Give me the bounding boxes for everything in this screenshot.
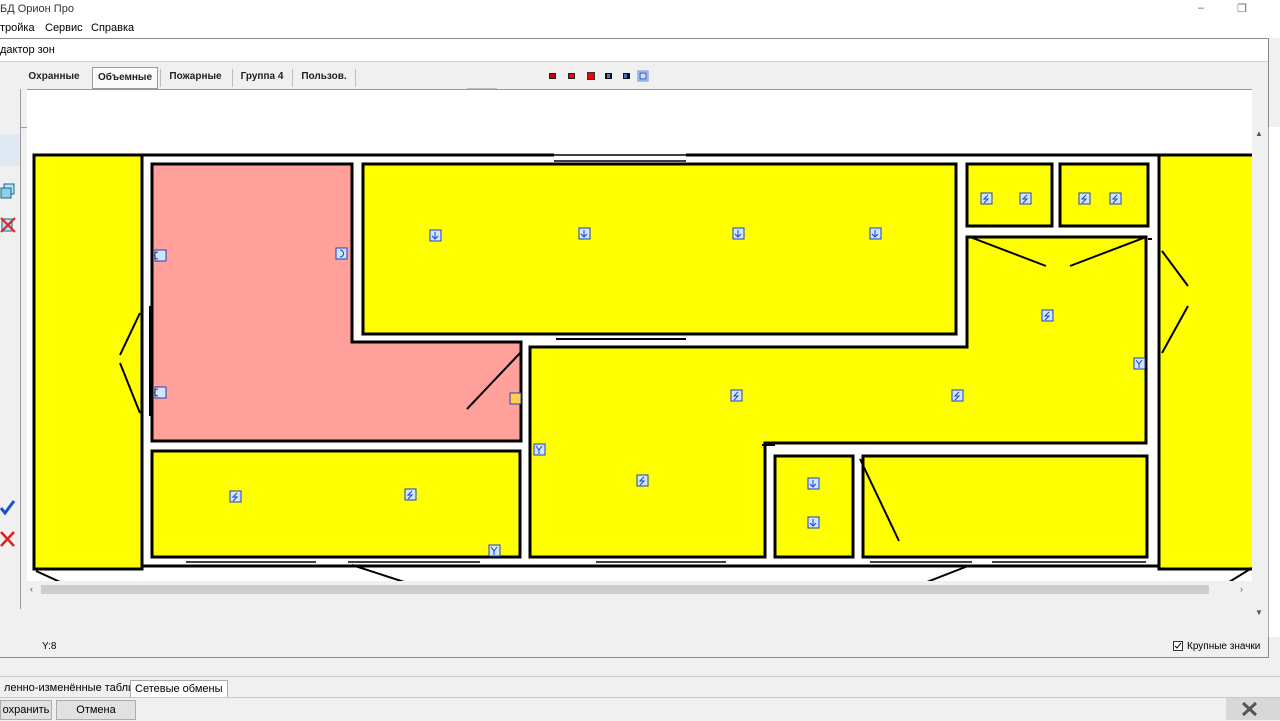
exit-button[interactable] xyxy=(1226,698,1280,720)
zone-small-room-1 xyxy=(965,162,1054,228)
sensor-icon xyxy=(509,392,522,405)
zone-selected-room-lower xyxy=(152,342,521,441)
zone-top-room xyxy=(361,162,958,336)
cancel-cross-icon[interactable] xyxy=(0,530,16,551)
app-titlebar: БД Орион Про – ❐ xyxy=(0,0,1280,20)
zone-left-corridor xyxy=(32,153,144,571)
sensor-y-icon xyxy=(533,443,546,456)
bottom-bar: охранить Отмена xyxy=(0,697,1280,721)
tab-separator xyxy=(232,69,233,87)
bottom-tabs: ленно-изменённые таблицы Сетевые обмены xyxy=(0,676,1280,697)
sensor-zigzag-icon xyxy=(1078,192,1091,205)
app-title: БД Орион Про xyxy=(0,3,74,15)
tab-fire[interactable]: Пожарные xyxy=(163,67,228,87)
sensor-zigzag-icon xyxy=(404,488,417,501)
sensor-zigzag-icon xyxy=(730,389,743,402)
horizontal-scrollbar[interactable]: ‹ › xyxy=(27,581,1252,598)
apply-check-icon[interactable] xyxy=(0,499,16,520)
zone-bottom-left-room xyxy=(150,449,522,559)
color-toolbar xyxy=(548,70,650,85)
fill-selected-icon xyxy=(637,70,649,82)
tab-volumetric[interactable]: Объемные xyxy=(92,67,158,89)
fill-red-icon xyxy=(568,73,575,79)
floor-plan xyxy=(32,153,1252,582)
menu-bar: тройка Сервис Справка xyxy=(0,20,1280,38)
fill-black-icon xyxy=(605,73,612,79)
zone-bottom-right-room xyxy=(861,454,1149,559)
sensor-zigzag-icon xyxy=(636,474,649,487)
floor-plan-canvas[interactable] xyxy=(27,89,1252,582)
tab-separator xyxy=(355,69,356,87)
delete-zone-icon[interactable] xyxy=(0,216,18,237)
sensor-zigzag-icon xyxy=(951,389,964,402)
dialog-titlebar: дактор зон xyxy=(0,39,1268,62)
sensor-down-icon xyxy=(578,227,591,240)
sensor-icon xyxy=(335,247,348,260)
sensor-icon xyxy=(154,249,167,262)
right-panel-strip xyxy=(1268,127,1280,637)
dialog-title: дактор зон xyxy=(0,44,55,56)
zone-small-room-3 xyxy=(773,454,855,559)
sensor-zigzag-icon xyxy=(1109,192,1122,205)
sensor-zigzag-icon xyxy=(1041,309,1054,322)
fill-red-square-icon xyxy=(587,72,595,80)
scroll-thumb[interactable] xyxy=(41,585,1209,594)
status-row: Y:8 Крупные значки xyxy=(0,599,1268,652)
sensor-down-icon xyxy=(807,477,820,490)
large-icons-label: Крупные значки xyxy=(1187,641,1261,652)
sensor-zigzag-icon xyxy=(229,490,242,503)
tab-security[interactable]: Охранные xyxy=(23,67,85,87)
sensor-down-icon xyxy=(869,227,882,240)
copy-zone-icon[interactable] xyxy=(0,182,18,203)
cancel-button[interactable]: Отмена xyxy=(56,700,136,720)
sensor-down-icon xyxy=(429,229,442,242)
zone-small-room-2 xyxy=(1058,162,1150,228)
vertical-scrollbar[interactable]: ▲ ▼ xyxy=(1252,89,1268,627)
close-icon xyxy=(1241,701,1258,717)
left-strip-highlight xyxy=(0,134,20,166)
fill-red-dark-icon xyxy=(549,73,556,79)
menu-item-service[interactable]: Сервис xyxy=(45,22,83,34)
sensor-zigzag-icon xyxy=(1019,192,1032,205)
tab-network-exchange[interactable]: Сетевые обмены xyxy=(130,680,228,697)
minimize-button[interactable]: – xyxy=(1198,2,1204,14)
fill-blue-icon xyxy=(623,73,630,79)
sensor-y-icon xyxy=(1133,357,1146,370)
large-icons-checkbox[interactable] xyxy=(1173,641,1183,651)
menu-item-help[interactable]: Справка xyxy=(91,22,134,34)
left-tool-strip xyxy=(0,89,21,609)
menu-item-settings[interactable]: тройка xyxy=(0,22,35,34)
scroll-up-icon[interactable]: ▲ xyxy=(1255,129,1263,138)
coords-readout: Y:8 xyxy=(42,641,57,652)
tab-separator xyxy=(160,69,161,87)
sensor-y-icon xyxy=(488,544,501,557)
tab-custom[interactable]: Пользов. xyxy=(296,67,352,87)
save-button[interactable]: охранить xyxy=(0,700,52,720)
sensor-icon xyxy=(154,386,167,399)
zone-right-corridor xyxy=(1157,153,1252,571)
scroll-right-icon[interactable]: › xyxy=(1240,584,1243,594)
zone-selected-room xyxy=(152,164,352,342)
maximize-button[interactable]: ❐ xyxy=(1237,2,1247,15)
sensor-down-icon xyxy=(732,227,745,240)
sensor-zigzag-icon xyxy=(980,192,993,205)
tab-group4[interactable]: Группа 4 xyxy=(235,67,289,87)
scroll-left-icon[interactable]: ‹ xyxy=(30,584,33,594)
sensor-down-icon xyxy=(807,516,820,529)
tab-separator xyxy=(292,69,293,87)
